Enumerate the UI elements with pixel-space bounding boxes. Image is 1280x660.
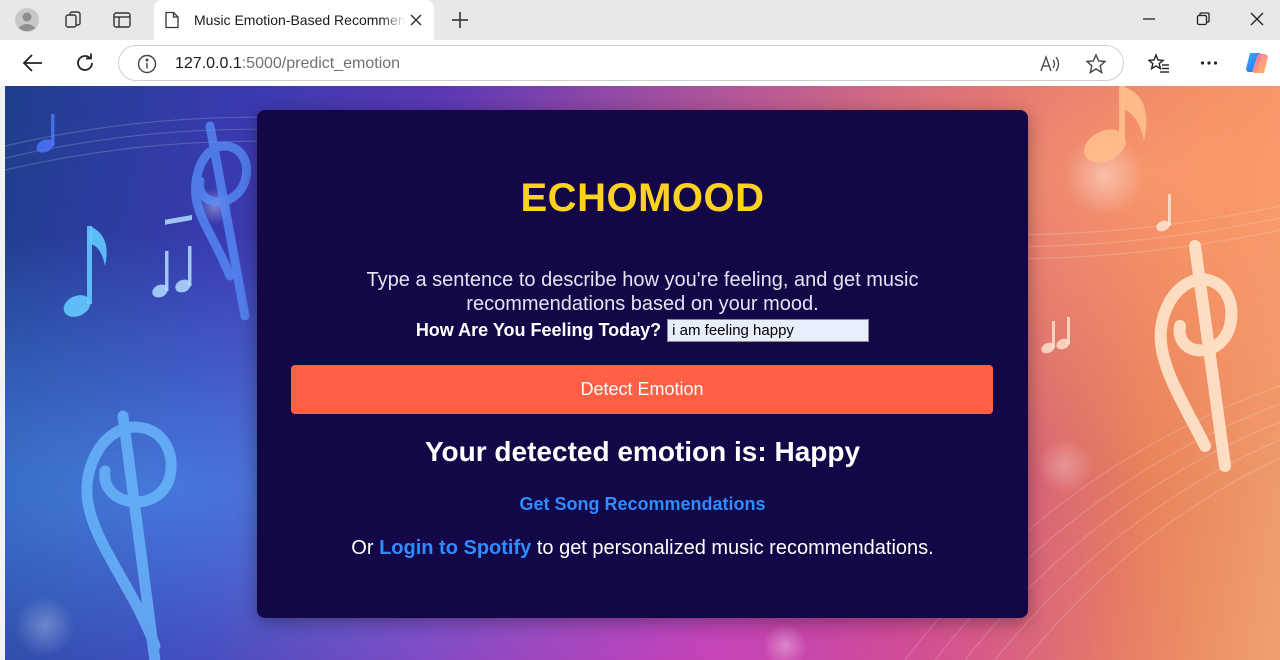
spotify-login-line: Or Login to Spotify to get personalized … [257, 537, 1028, 560]
read-aloud-icon [1040, 55, 1060, 72]
spotify-prefix: Or [351, 537, 374, 559]
new-tab-button[interactable] [446, 6, 474, 34]
tab-actions-button[interactable] [108, 6, 136, 34]
get-recommendations-link[interactable]: Get Song Recommendations [257, 494, 1028, 515]
minimize-icon [1143, 18, 1155, 20]
profile-icon [15, 8, 39, 32]
tab-close-button[interactable] [406, 10, 426, 30]
spotify-login-link[interactable]: Login to Spotify [379, 537, 531, 559]
reload-button[interactable] [70, 48, 100, 78]
copilot-icon [1246, 53, 1268, 73]
add-favorite-button[interactable] [1083, 52, 1109, 76]
detect-emotion-button[interactable]: Detect Emotion [291, 365, 993, 414]
browser-tab-bar: Music Emotion-Based Recommender [0, 0, 1280, 40]
browser-toolbar: 127.0.0.1:5000/predict_emotion [0, 40, 1280, 86]
tab-title: Music Emotion-Based Recommender [194, 12, 406, 28]
spotify-suffix: to get personalized music recommendation… [536, 537, 934, 559]
workspaces-icon [65, 11, 81, 28]
address-bar[interactable]: 127.0.0.1:5000/predict_emotion [118, 45, 1124, 81]
tab-actions-icon [113, 12, 131, 28]
brand-title: ECHOMOOD [520, 176, 765, 220]
detected-emotion-result: Your detected emotion is: Happy [424, 436, 861, 467]
url-text[interactable]: 127.0.0.1:5000/predict_emotion [175, 55, 400, 73]
feeling-input[interactable] [667, 318, 870, 342]
active-tab[interactable]: Music Emotion-Based Recommender [154, 0, 434, 40]
window-close-button[interactable] [1242, 4, 1272, 34]
more-button[interactable] [1194, 48, 1224, 78]
copilot-button[interactable] [1242, 48, 1272, 78]
restore-icon [1196, 12, 1210, 26]
feeling-label: How Are You Feeling Today? [415, 319, 662, 340]
page-viewport: ECHOMOOD Type a sentence to describe how… [5, 86, 1280, 660]
favorites-button[interactable] [1144, 48, 1174, 78]
workspaces-button[interactable] [60, 6, 88, 34]
star-icon [1085, 53, 1107, 74]
read-aloud-button[interactable] [1037, 52, 1063, 76]
close-icon [1250, 12, 1264, 26]
plus-icon [452, 12, 468, 28]
restore-button[interactable] [1188, 4, 1218, 34]
favorites-icon [1148, 53, 1169, 73]
minimize-button[interactable] [1134, 4, 1164, 34]
url-path: :5000/predict_emotion [241, 55, 401, 72]
back-arrow-icon [22, 54, 42, 72]
more-icon [1200, 61, 1218, 65]
intro-text: Type a sentence to describe how you're f… [366, 269, 919, 315]
info-icon[interactable] [137, 54, 157, 74]
back-button[interactable] [18, 48, 48, 78]
feeling-form-row: How Are You Feeling Today? [257, 318, 1028, 342]
profile-button[interactable] [12, 6, 42, 34]
echomood-card: ECHOMOOD Type a sentence to describe how… [257, 110, 1028, 618]
close-icon [410, 14, 422, 26]
url-host: 127.0.0.1 [175, 55, 242, 72]
reload-icon [77, 53, 93, 71]
page-icon [164, 11, 182, 29]
